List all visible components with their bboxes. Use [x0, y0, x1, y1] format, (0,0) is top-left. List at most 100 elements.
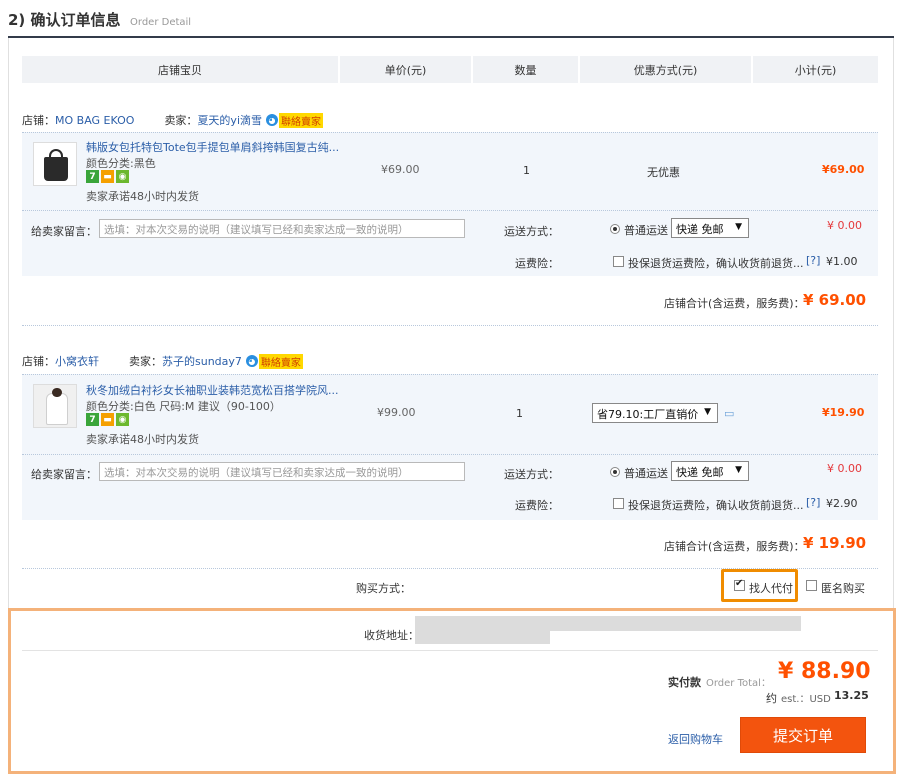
item-thumbnail[interactable]: [33, 384, 77, 428]
seller-label: 卖家：: [129, 355, 162, 368]
chevron-down-icon: ▼: [735, 465, 742, 475]
est-usd-value: 13.25: [834, 689, 869, 702]
store-divider: [22, 325, 878, 326]
service-badges: 7 ▬ ◉: [86, 413, 129, 426]
item-thumbnail[interactable]: [33, 142, 77, 186]
agent-pay-label: 找人代付: [749, 582, 793, 595]
store-label: 店铺：: [22, 114, 55, 127]
total-label-en: Order Total：: [706, 678, 771, 689]
page-subtitle: Order Detail: [130, 17, 192, 28]
est-label: 约: [766, 692, 777, 705]
address-divider: [22, 650, 878, 651]
ship-promise: 卖家承诺48小时内发货: [86, 190, 199, 203]
insurance-checkbox[interactable]: [613, 256, 624, 267]
item-attribute: 颜色分类:白色 尺码:M 建议（90-100）: [86, 400, 281, 413]
store-label: 店铺：: [22, 355, 55, 368]
store-total-label: 店铺合计(含运费，服务费)：: [664, 540, 805, 553]
seller-link[interactable]: 苏子的sunday7: [162, 353, 242, 369]
insurance-help-link[interactable]: [?]: [806, 254, 820, 267]
credit-card-icon: ▬: [101, 170, 114, 183]
store-link[interactable]: MO BAG EKOO: [55, 114, 134, 127]
submit-order-button[interactable]: 提交订单: [740, 717, 866, 753]
item-subtotal: ¥69.00: [822, 163, 865, 176]
seven-day-return-icon: 7: [86, 170, 99, 183]
store-line-1: 店铺： MO BAG EKOO 卖家： 夏天的yi滴雪 ◕ 聯絡賣家: [22, 112, 324, 128]
address-redacted: [415, 616, 801, 631]
total-label: 实付款: [668, 676, 701, 689]
chevron-down-icon: ▼: [735, 222, 742, 232]
order-total: ¥ 88.90: [778, 659, 871, 684]
guarantee-icon: ◉: [116, 413, 129, 426]
agent-pay-checkbox[interactable]: [734, 578, 745, 591]
address-redacted-2: [415, 630, 550, 644]
contact-seller-button[interactable]: ◕ 聯絡賣家: [245, 353, 303, 369]
col-unit-price: 单价(元): [340, 56, 471, 83]
insurance-help-link[interactable]: [?]: [806, 496, 820, 509]
seller-message-input[interactable]: 选填：对本次交易的说明（建议填写已经和卖家达成一致的说明）: [99, 462, 465, 481]
col-discount: 优惠方式(元): [580, 56, 751, 83]
item-title-link[interactable]: 韩版女包托特包Tote包手提包单肩斜挎韩国复古纯...: [86, 139, 339, 155]
seller-link[interactable]: 夏天的yi滴雪: [197, 112, 262, 128]
contact-seller-tag: 聯絡賣家: [258, 353, 303, 369]
store-total-label: 店铺合计(含运费，服务费)：: [664, 297, 805, 310]
shipping-select-value: 快递 免邮: [676, 223, 724, 236]
address-label: 收货地址：: [364, 629, 419, 642]
insurance-label: 运费险：: [515, 257, 559, 270]
credit-card-icon: ▬: [101, 413, 114, 426]
page-title: 2) 确认订单信息: [8, 11, 121, 29]
contact-seller-button[interactable]: ◕ 聯絡賣家: [266, 112, 324, 128]
purchase-method-label: 购买方式：: [356, 582, 411, 595]
shipping-radio[interactable]: [610, 224, 620, 234]
insurance-cost: ¥1.00: [826, 255, 858, 268]
discount-select-value: 省79.10:工厂直销价: [597, 408, 699, 421]
quantity: 1: [516, 407, 523, 420]
ship-promise: 卖家承诺48小时内发货: [86, 433, 199, 446]
back-to-cart-link[interactable]: 返回购物车: [668, 731, 723, 747]
wangwang-icon: ◕: [245, 355, 258, 367]
shipping-select-value: 快递 免邮: [676, 466, 724, 479]
item-attribute: 颜色分类:黑色: [86, 157, 156, 170]
col-store-item: 店铺宝贝: [22, 56, 338, 83]
shipping-select[interactable]: 快递 免邮 ▼: [671, 218, 749, 238]
item-title-link[interactable]: 秋冬加绒白衬衫女长袖职业装韩范宽松百搭学院风...: [86, 382, 339, 398]
insurance-text: 投保退货运费险，确认收货前退货...: [628, 257, 804, 270]
seller-label: 卖家：: [164, 114, 198, 127]
shipping-option: 普通运送: [624, 224, 668, 237]
chevron-down-icon: ▼: [704, 407, 711, 417]
shipping-option: 普通运送: [624, 467, 668, 480]
discount-select[interactable]: 省79.10:工厂直销价 ▼: [592, 403, 718, 423]
seven-day-return-icon: 7: [86, 413, 99, 426]
store-total-value: ¥ 69.00: [803, 291, 867, 309]
shipping-label: 运送方式：: [504, 225, 559, 238]
quantity: 1: [523, 164, 530, 177]
discount-text: 无优惠: [647, 166, 680, 179]
contact-seller-tag: 聯絡賣家: [279, 112, 324, 128]
store-line-2: 店铺： 小窝衣轩 卖家： 苏子的sunday7 ◕ 聯絡賣家: [22, 353, 303, 369]
comment-icon[interactable]: ▭: [724, 407, 734, 420]
store-link[interactable]: 小窝衣轩: [55, 353, 99, 369]
insurance-text: 投保退货运费险，确认收货前退货...: [628, 499, 804, 512]
insurance-checkbox[interactable]: [613, 498, 624, 509]
shipping-cost: ¥ 0.00: [827, 462, 862, 475]
shipping-label: 运送方式：: [504, 468, 559, 481]
message-label: 给卖家留言：: [31, 225, 97, 238]
insurance-label: 运费险：: [515, 499, 559, 512]
message-label: 给卖家留言：: [31, 468, 97, 481]
unit-price: ¥99.00: [377, 406, 416, 419]
unit-price: ¥69.00: [381, 163, 420, 176]
item-subtotal: ¥19.90: [822, 406, 865, 419]
col-quantity: 数量: [473, 56, 578, 83]
anonymous-checkbox[interactable]: [806, 580, 817, 591]
seller-message-input[interactable]: 选填：对本次交易的说明（建议填写已经和卖家达成一致的说明）: [99, 219, 465, 238]
service-badges: 7 ▬ ◉: [86, 170, 129, 183]
col-subtotal: 小计(元): [753, 56, 878, 83]
guarantee-icon: ◉: [116, 170, 129, 183]
wangwang-icon: ◕: [266, 114, 279, 126]
insurance-cost: ¥2.90: [826, 497, 858, 510]
store-total-value: ¥ 19.90: [803, 534, 867, 552]
shipping-cost: ¥ 0.00: [827, 219, 862, 232]
order-detail-header: 2) 确认订单信息 Order Detail: [8, 9, 191, 33]
shipping-select[interactable]: 快递 免邮 ▼: [671, 461, 749, 481]
anonymous-label: 匿名购买: [821, 582, 865, 595]
shipping-radio[interactable]: [610, 467, 620, 477]
